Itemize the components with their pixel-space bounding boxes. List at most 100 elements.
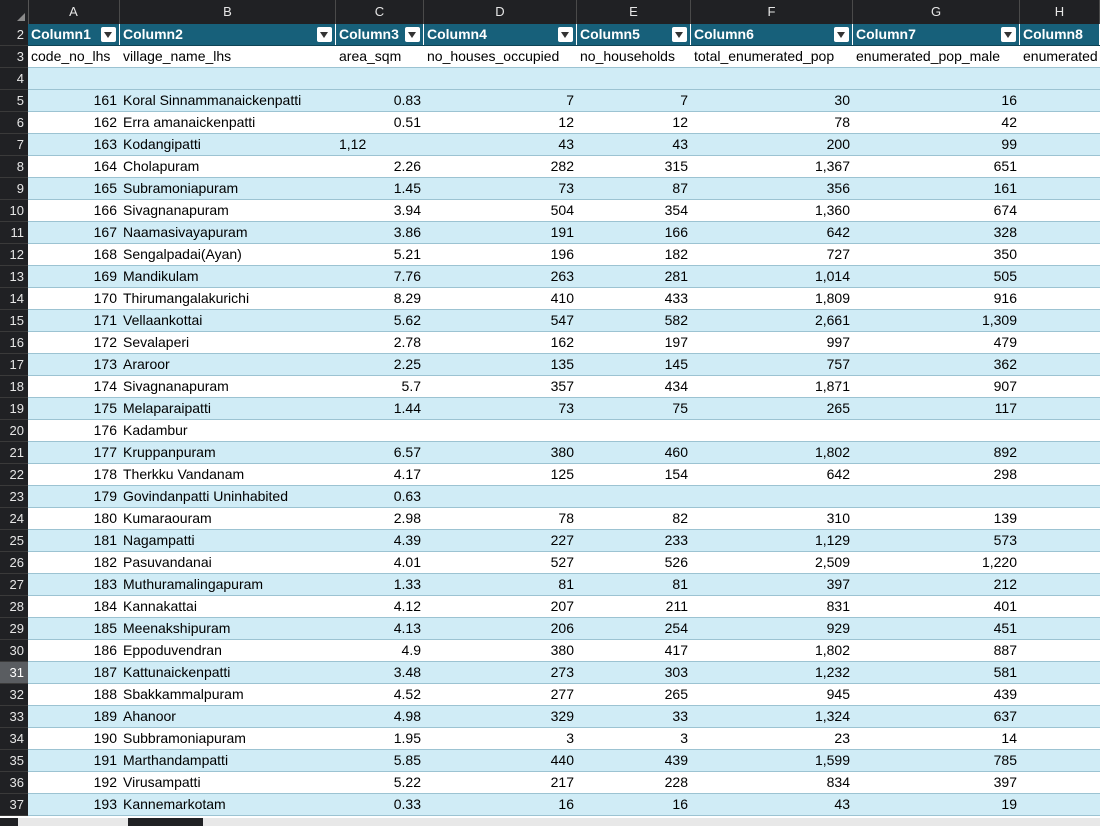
cell[interactable] [1020,486,1100,507]
cell[interactable]: 354 [577,200,691,221]
cell[interactable]: 186 [28,640,120,661]
cell[interactable]: 82 [577,508,691,529]
cell[interactable]: 357 [424,376,577,397]
cell[interactable]: 2,509 [691,552,853,573]
row-header-35[interactable]: 35 [0,750,28,772]
cell[interactable]: 188 [28,684,120,705]
cell[interactable]: Sengalpadai(Ayan) [120,244,336,265]
cell[interactable]: 310 [691,508,853,529]
cell[interactable]: 282 [424,156,577,177]
cell[interactable]: 0.83 [336,90,424,111]
cell[interactable]: 1,324 [691,706,853,727]
cell[interactable]: 281 [577,266,691,287]
cell[interactable]: 5.62 [336,310,424,331]
cell[interactable]: 1,014 [691,266,853,287]
cell[interactable]: 0.33 [336,794,424,815]
cell[interactable]: 298 [853,464,1020,485]
cell[interactable]: 362 [853,354,1020,375]
cell[interactable]: Kodangipatti [120,134,336,155]
cell[interactable]: 176 [28,420,120,441]
cell[interactable]: Erra amanaickenpatti [120,112,336,133]
cell[interactable]: 43 [424,134,577,155]
cell[interactable]: 3 [424,728,577,749]
cell[interactable]: 1,367 [691,156,853,177]
cell[interactable]: Sivagnanapuram [120,376,336,397]
cell[interactable]: 0.63 [336,486,424,507]
cell[interactable]: 16 [577,794,691,815]
cell[interactable]: 479 [853,332,1020,353]
cell[interactable]: 2.78 [336,332,424,353]
cell[interactable]: Sevalaperi [120,332,336,353]
cell[interactable]: 397 [691,574,853,595]
row-header-9[interactable]: 9 [0,178,28,200]
row-header-14[interactable]: 14 [0,288,28,310]
cell[interactable]: 177 [28,442,120,463]
cell[interactable] [853,486,1020,507]
cell[interactable] [1020,332,1100,353]
cell[interactable]: 196 [424,244,577,265]
cell[interactable]: 1,599 [691,750,853,771]
cell[interactable]: 1.95 [336,728,424,749]
cell[interactable]: 192 [28,772,120,793]
row-header-18[interactable]: 18 [0,376,28,398]
row-header-12[interactable]: 12 [0,244,28,266]
cell[interactable]: 460 [577,442,691,463]
cell[interactable]: 3.94 [336,200,424,221]
row-header-36[interactable]: 36 [0,772,28,794]
cell[interactable] [1020,420,1100,441]
cell[interactable] [1020,134,1100,155]
row-header-19[interactable]: 19 [0,398,28,420]
row-header-15[interactable]: 15 [0,310,28,332]
cell[interactable]: 505 [853,266,1020,287]
filter-dropdown-icon[interactable] [317,27,332,42]
column-header-f[interactable]: F [691,0,853,24]
cell[interactable]: 168 [28,244,120,265]
row-header-26[interactable]: 26 [0,552,28,574]
cell[interactable]: Muthuramalingapuram [120,574,336,595]
table-header-cell[interactable]: Column5 [577,24,691,45]
cell[interactable]: 19 [853,794,1020,815]
cell[interactable]: 190 [28,728,120,749]
cell[interactable] [1020,178,1100,199]
cell[interactable]: 5.22 [336,772,424,793]
cell[interactable]: 642 [691,464,853,485]
cell[interactable]: 200 [691,134,853,155]
cell[interactable]: 380 [424,442,577,463]
cell[interactable]: 526 [577,552,691,573]
cell[interactable]: Kattunaickenpatti [120,662,336,683]
cell[interactable]: 907 [853,376,1020,397]
cell[interactable]: 191 [424,222,577,243]
cell[interactable]: 5.85 [336,750,424,771]
row-header-4[interactable]: 4 [0,68,28,90]
cell[interactable]: 181 [28,530,120,551]
cell[interactable]: area_sqm [336,46,424,67]
cell[interactable]: 117 [853,398,1020,419]
cell[interactable]: 182 [577,244,691,265]
cell[interactable] [577,486,691,507]
cell[interactable] [1020,574,1100,595]
cell[interactable]: Kannemarkotam [120,794,336,815]
cell[interactable]: 642 [691,222,853,243]
cell[interactable]: 929 [691,618,853,639]
cell[interactable]: 162 [424,332,577,353]
spreadsheet-grid[interactable]: ABCDEFGH 2 3 4 5 6 7 8 9 10 11 12 13 14 15 16 17 18 19 20 2… [0,0,1100,818]
cell[interactable]: Therkku Vandanam [120,464,336,485]
cell[interactable]: 81 [424,574,577,595]
cell[interactable]: 2,661 [691,310,853,331]
row-header-22[interactable]: 22 [0,464,28,486]
cell[interactable] [1020,772,1100,793]
cell[interactable] [691,420,853,441]
cell[interactable]: 16 [424,794,577,815]
cell[interactable] [1020,244,1100,265]
cell[interactable]: enumerated_pop_male [853,46,1020,67]
cell[interactable]: 42 [853,112,1020,133]
cell[interactable] [1020,508,1100,529]
cell[interactable] [1020,530,1100,551]
row-header-21[interactable]: 21 [0,442,28,464]
cell[interactable]: 125 [424,464,577,485]
cell[interactable]: 504 [424,200,577,221]
cell[interactable]: no_households [577,46,691,67]
cell[interactable]: 4.98 [336,706,424,727]
cell[interactable]: Cholapuram [120,156,336,177]
cell[interactable]: 161 [853,178,1020,199]
